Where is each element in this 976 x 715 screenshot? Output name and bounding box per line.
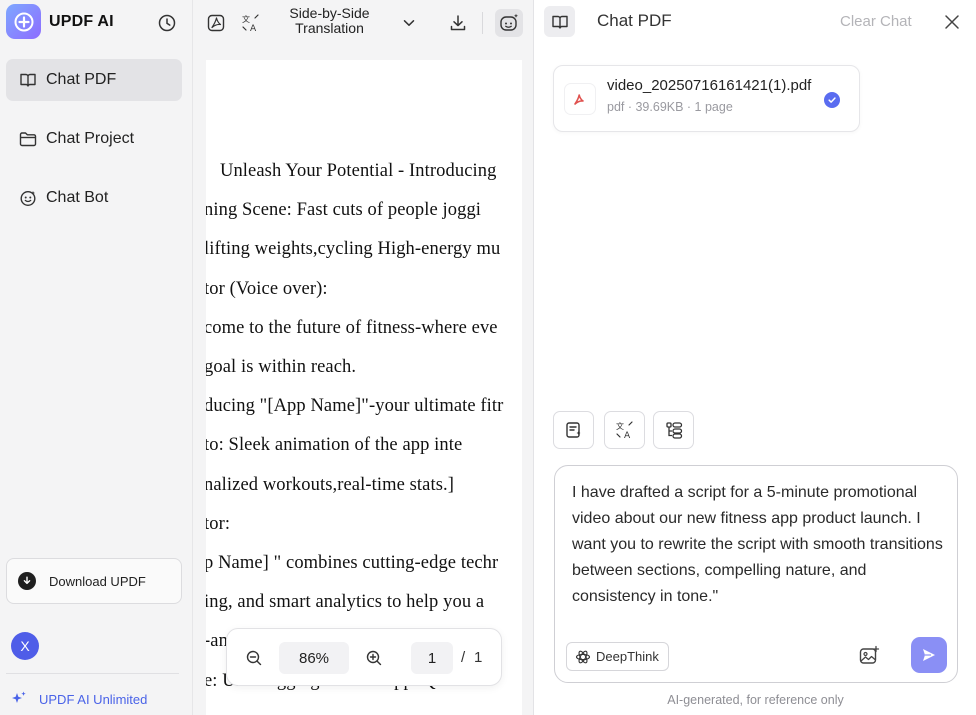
history-icon[interactable] (155, 11, 179, 35)
pdf-text-line: goal is within reach. (206, 357, 357, 377)
pdf-text-line: tor (Voice over): (206, 278, 328, 299)
deepthink-label: DeepThink (596, 649, 659, 664)
svg-text:文: 文 (242, 14, 250, 24)
translation-mode-select[interactable]: Side-by-Side Translation (277, 6, 382, 36)
check-icon (824, 92, 840, 108)
ai-disclaimer: AI-generated, for reference only (667, 693, 844, 707)
sidebar-nav: Chat PDF Chat Project Chat Bot (6, 59, 182, 236)
toolbar-divider (482, 12, 483, 34)
summarize-prompt-button[interactable] (553, 411, 594, 449)
zoom-pagination-bar: 86% 1 / 1 (226, 628, 502, 686)
prompt-input[interactable]: I have drafted a script for a 5-minute p… (572, 480, 952, 610)
sidebar-item-label: Chat Project (46, 130, 135, 147)
sidebar-divider (6, 673, 179, 674)
translate-prompt-button[interactable]: 文A (604, 411, 645, 449)
pdf-page: Unleash Your Potential - Introducing ning… (206, 60, 522, 715)
updf-ai-unlimited-link[interactable]: UPDF AI Unlimited (10, 690, 147, 708)
chat-composer[interactable]: I have drafted a script for a 5-minute p… (554, 465, 958, 683)
download-updf-label: Download UPDF (49, 573, 146, 589)
page-number-input[interactable]: 1 (411, 642, 453, 674)
translate-icon[interactable]: 文A (237, 9, 265, 37)
sparkle-icon (12, 691, 26, 703)
unlimited-label: UPDF AI Unlimited (39, 691, 148, 707)
sidebar-item-chat-bot[interactable]: Chat Bot (6, 177, 182, 219)
pdf-text-line: p Name] " combines cutting-edge techr (206, 553, 499, 573)
chat-panel: Chat PDF Clear Chat video_20250716161421… (535, 0, 976, 715)
updf-ai-logo-icon (6, 4, 41, 39)
outline-prompt-button[interactable] (653, 411, 694, 449)
folder-icon (19, 132, 37, 147)
zoom-level-input[interactable]: 86% (279, 642, 349, 674)
zoom-in-icon[interactable] (363, 647, 385, 669)
file-meta: pdf · 39.69KB · 1 page (607, 100, 733, 114)
sidebar-item-chat-project[interactable]: Chat Project (6, 118, 182, 160)
svg-text:A: A (624, 431, 631, 441)
book-open-icon (20, 73, 36, 87)
sidebar: UPDF AI Chat PDF Chat Project Chat Bot D… (0, 0, 193, 715)
avatar[interactable]: X (11, 632, 39, 660)
pdf-text-line: tor: (206, 513, 231, 534)
pdf-text-line: Unleash Your Potential - Introducing (220, 161, 497, 181)
clear-chat-button[interactable]: Clear Chat (840, 13, 912, 30)
download-icon (18, 572, 36, 590)
chevron-down-icon[interactable] (395, 9, 423, 37)
svg-text:A: A (250, 24, 257, 34)
send-button[interactable] (911, 637, 947, 673)
summarize-icon (565, 422, 580, 438)
sidebar-item-label: Chat Bot (46, 189, 109, 206)
pdf-text-line: nalized workouts,real-time stats.] (206, 474, 454, 495)
sidebar-item-label: Chat PDF (46, 71, 117, 88)
image-upload-icon[interactable] (856, 643, 882, 669)
pdf-text-line: -an (206, 631, 228, 652)
pdf-text-line: ning Scene: Fast cuts of people joggi (206, 200, 482, 221)
deepthink-toggle[interactable]: DeepThink (566, 642, 669, 671)
close-icon[interactable] (941, 11, 963, 33)
book-icon[interactable] (544, 6, 575, 37)
document-toolbar: 文A Side-by-Side Translation (193, 0, 533, 46)
translate-icon: 文A (616, 421, 633, 441)
pdf-text-line: ing, and smart analytics to help you a (206, 592, 485, 613)
page-total: 1 (474, 649, 483, 666)
pdf-text-line: lifting weights,cycling High-energy mu (206, 239, 501, 260)
pdf-text-line: come to the future of fitness-where eve (206, 317, 498, 338)
brand[interactable]: UPDF AI (6, 4, 114, 39)
ai-assistant-icon[interactable] (495, 9, 523, 37)
page-separator: / (461, 649, 466, 666)
svg-text:文: 文 (616, 421, 624, 431)
download-icon[interactable] (444, 9, 472, 37)
atom-icon (575, 650, 591, 663)
pdf-file-icon (564, 83, 596, 115)
sidebar-item-chat-pdf[interactable]: Chat PDF (6, 59, 182, 101)
bot-icon (20, 190, 36, 207)
chat-header: Chat PDF Clear Chat (535, 0, 976, 44)
zoom-out-icon[interactable] (243, 647, 265, 669)
app-name: UPDF AI (49, 12, 114, 30)
download-updf-button[interactable]: Download UPDF (6, 558, 182, 604)
file-name: video_20250716161421(1).pdf (607, 77, 812, 94)
attached-file-card[interactable]: video_20250716161421(1).pdf pdf · 39.69K… (553, 65, 860, 132)
pdf-text-line: ducing "[App Name]"-your ultimate fitr (206, 396, 504, 417)
send-icon (923, 649, 935, 661)
chat-title: Chat PDF (597, 11, 672, 30)
pdf-icon[interactable] (202, 9, 230, 37)
pdf-text-line: to: Sleek animation of the app inte (206, 435, 463, 456)
document-area: 文A Side-by-Side Translation Unleash Your… (193, 0, 534, 715)
outline-icon (665, 422, 682, 439)
